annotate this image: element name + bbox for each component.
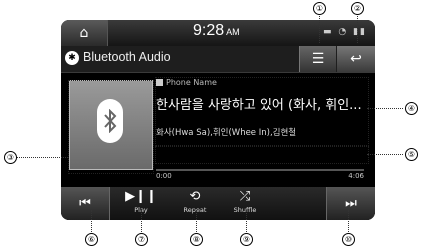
highlight-progress [155, 146, 369, 164]
shuffle-label: Shuffle [233, 206, 257, 214]
next-track-button[interactable]: ⏭ [326, 187, 375, 220]
play-pause-icon: ▶❙❙ [125, 189, 157, 204]
callout-10: ⑩ [342, 233, 355, 246]
leader-line-10 [348, 210, 349, 232]
callout-1: ① [313, 2, 326, 15]
control-bar: ⏮ ▶❙❙ Play ⟲ Repeat ⤮ Shuffle ⏭ [61, 187, 375, 220]
clock-ampm: AM [226, 27, 240, 37]
leader-line-4 [367, 108, 403, 109]
clock: 9:28 AM [193, 22, 240, 40]
callout-4: ④ [405, 102, 418, 115]
menu-button[interactable]: ☰ [299, 46, 336, 72]
back-icon: ↩ [350, 51, 362, 67]
back-button[interactable]: ↩ [337, 46, 375, 72]
leader-line-8 [196, 210, 197, 232]
callout-3: ③ [4, 151, 17, 164]
leader-line-3 [16, 157, 68, 158]
leader-line-1 [319, 13, 320, 43]
highlight-album-art [68, 80, 154, 174]
callout-2: ② [351, 2, 364, 15]
callout-9: ⑨ [240, 233, 253, 246]
callout-6: ⑥ [85, 233, 98, 246]
shuffle-icon: ⤮ [239, 189, 251, 204]
menu-icon: ☰ [311, 51, 325, 67]
leader-line-6 [91, 210, 92, 232]
status-indicators: ▬ ◔ ▮▮ [323, 27, 367, 37]
bluetooth-icon: ✱ [65, 51, 79, 65]
progress-bar[interactable]: 0:00 4:06 [156, 169, 364, 181]
leader-line-9 [246, 210, 247, 232]
repeat-label: Repeat [183, 206, 207, 214]
repeat-icon: ⟲ [189, 189, 201, 204]
leader-line-7 [141, 210, 142, 232]
home-icon: ⌂ [79, 25, 89, 41]
clock-time: 9:28 [193, 22, 225, 39]
total-time: 4:06 [348, 172, 364, 180]
callout-5: ⑤ [405, 148, 418, 161]
page-title: Bluetooth Audio [83, 50, 171, 64]
home-button[interactable]: ⌂ [61, 20, 108, 46]
repeat-button[interactable]: ⟲ Repeat [177, 189, 213, 214]
next-icon: ⏭ [345, 196, 357, 211]
progress-track [156, 169, 364, 171]
previous-icon: ⏮ [79, 196, 91, 211]
shuffle-button[interactable]: ⤮ Shuffle [227, 189, 263, 214]
leader-line-5 [367, 154, 403, 155]
leader-line-2 [357, 13, 358, 43]
callout-7: ⑦ [135, 233, 148, 246]
status-bar: ⌂ 9:28 AM ▬ ◔ ▮▮ [61, 20, 375, 46]
previous-track-button[interactable]: ⏮ [61, 187, 110, 220]
callout-8: ⑧ [190, 233, 203, 246]
elapsed-time: 0:00 [156, 172, 172, 180]
highlight-track-info [155, 77, 369, 146]
